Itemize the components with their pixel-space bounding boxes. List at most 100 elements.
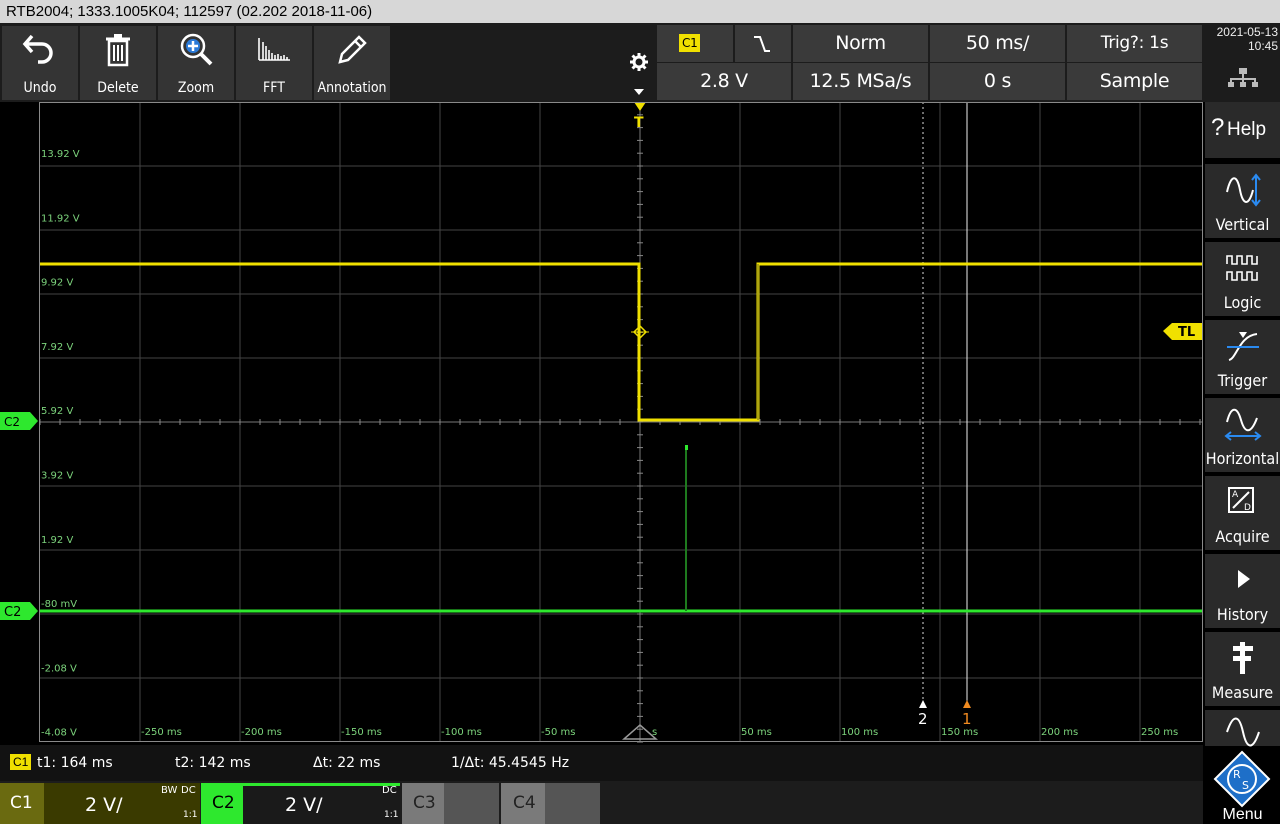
acquire-icon: DA [1227, 487, 1254, 513]
c2-waveform [40, 445, 1203, 613]
delete-label: Delete [97, 80, 139, 96]
vertical-menu-button[interactable]: Vertical [1205, 164, 1280, 238]
c1-bw: BW [161, 785, 178, 796]
c2-ground-marker-label: C2 [4, 605, 21, 620]
trigger-mode-cell[interactable]: Norm [793, 25, 928, 62]
settings-button[interactable] [623, 23, 655, 102]
c1-name: C1 [10, 793, 33, 813]
channel-c1-tab[interactable]: C1 2 V/ BW DC 1:1 [0, 783, 200, 824]
y-axis-label: 13.92 V [41, 149, 80, 160]
svg-text:R: R [1233, 768, 1241, 781]
vertical-label: Vertical [1215, 215, 1270, 234]
x-axis-label: 150 ms [941, 727, 978, 738]
undo-button[interactable]: Undo [2, 26, 78, 100]
cursor-1-label: 1 [962, 710, 972, 728]
y-axis-label: -4.08 V [41, 728, 77, 739]
acquire-mode-cell[interactable]: Sample [1067, 63, 1202, 100]
x-axis-label: 250 ms [1141, 727, 1178, 738]
y-axis-label: 3.92 V [41, 471, 73, 482]
y-axis-label: 5.92 V [41, 406, 73, 417]
trigger-slope-cell[interactable] [735, 25, 791, 62]
c2-ratio: 1:1 [384, 810, 399, 820]
trigger-position-marker[interactable]: T [634, 102, 646, 131]
acquire-label: Acquire [1215, 527, 1270, 546]
cursor-t2: t2: 142 ms [175, 755, 251, 771]
history-label: History [1216, 605, 1269, 624]
trigger-level-cell[interactable]: 2.8 V [657, 63, 791, 100]
zoom-icon [180, 33, 213, 66]
cursor-readout-bar: C1 t1: 164 ms t2: 142 ms Δt: 22 ms 1/Δt:… [0, 745, 1203, 781]
help-menu-button[interactable]: ? Help [1205, 102, 1280, 158]
wave-icon [1225, 717, 1260, 747]
zoom-button[interactable]: Zoom [158, 26, 234, 100]
cursor-2-arrow [919, 700, 927, 708]
waveform-display[interactable]: 13.92 V 11.92 V 9.92 V 7.92 V 5.92 V 3.92 V 1.… [0, 102, 1205, 745]
trigger-icon [1226, 332, 1259, 361]
title-bar: RTB2004; 1333.1005K04; 112597 (02.202 20… [0, 0, 1280, 23]
c2-ground-marker[interactable]: C2 [0, 602, 38, 620]
sample-rate-cell[interactable]: 12.5 MSa/s [793, 63, 928, 100]
timebase-value: 50 ms/ [965, 32, 1030, 54]
trigger-menu-button[interactable]: Trigger [1205, 320, 1280, 394]
trash-icon [106, 34, 130, 67]
cursor-delta-t: Δt: 22 ms [313, 755, 381, 771]
y-axis-label: 11.92 V [41, 213, 80, 224]
horizontal-position-cell[interactable]: 0 s [930, 63, 1065, 100]
c3-name: C3 [413, 793, 436, 813]
c2-name: C2 [212, 793, 235, 813]
acquire-menu-button[interactable]: D A Acquire [1205, 476, 1280, 550]
chevron-down-icon [634, 89, 644, 95]
trigger-level-marker-label: TL [1178, 325, 1195, 340]
c4-name: C4 [513, 793, 536, 813]
undo-icon [22, 34, 53, 64]
horizontal-position: 0 s [983, 70, 1012, 92]
trig-status-cell[interactable]: Trig?: 1s [1067, 25, 1202, 62]
x-axis-label: 200 ms [1041, 727, 1078, 738]
y-axis-label: -80 mV [41, 599, 77, 610]
gear-icon [630, 53, 648, 71]
channel-c2-tab[interactable]: C2 2 V/ DC 1:1 [201, 783, 400, 824]
channel-c3-tab[interactable]: C3 [402, 783, 499, 824]
annotation-label: Annotation [317, 80, 387, 96]
main-menu-button[interactable]: R S Menu [1205, 748, 1280, 824]
trigger-label: Trigger [1217, 371, 1268, 390]
cursor-1-arrow [963, 700, 971, 708]
pencil-icon [338, 35, 367, 64]
channel-c4-tab[interactable]: C4 [501, 783, 600, 824]
logic-menu-button[interactable]: Logic [1205, 242, 1280, 316]
vertical-icon [1225, 173, 1261, 207]
logic-icon [1225, 255, 1258, 281]
delete-button[interactable]: Delete [80, 26, 156, 100]
x-axis-labels: -250 ms -200 ms -150 ms -100 ms -50 ms s 50 ms… [141, 727, 1178, 738]
x-axis-label: 50 ms [741, 727, 772, 738]
caliper-icon [1232, 642, 1253, 674]
trigger-level: 2.8 V [700, 70, 748, 92]
timebase-cell[interactable]: 50 ms/ [930, 25, 1065, 62]
extra-menu-button[interactable] [1205, 710, 1280, 747]
cursor-t1: t1: 164 ms [37, 755, 113, 771]
horizontal-menu-button[interactable]: Horizontal [1205, 398, 1280, 472]
measure-menu-button[interactable]: Measure [1205, 632, 1280, 706]
x-axis-label: -150 ms [341, 727, 382, 738]
x-axis-label: -50 ms [541, 727, 575, 738]
trigger-source-cell[interactable]: C1 [657, 25, 733, 62]
fft-button[interactable]: FFT [236, 26, 312, 100]
c2-scale: 2 V/ [285, 794, 323, 816]
cursor-inverse-delta-t: 1/Δt: 45.4545 Hz [451, 755, 570, 771]
y-axis-labels: 13.92 V 11.92 V 9.92 V 7.92 V 5.92 V 3.92 V 1.… [41, 149, 80, 739]
trigger-position-label: T [634, 115, 644, 131]
fft-icon [258, 38, 290, 61]
date-text: 2021-05-13 [1216, 25, 1278, 39]
help-label: Help [1227, 119, 1267, 140]
annotation-button[interactable]: Annotation [314, 26, 390, 100]
trigger-mode: Norm [835, 32, 886, 54]
trigger-source-badge: C1 [679, 34, 701, 52]
horizontal-label: Horizontal [1205, 449, 1280, 468]
history-menu-button[interactable]: History [1205, 554, 1280, 628]
x-axis-label: -200 ms [241, 727, 282, 738]
c2-offset-marker[interactable]: C2 [0, 412, 38, 430]
c1-waveform [40, 262, 1203, 422]
trigger-level-marker[interactable]: TL [1163, 323, 1203, 340]
trigger-point-marker [631, 323, 649, 341]
c1-coupling: DC [181, 785, 196, 796]
